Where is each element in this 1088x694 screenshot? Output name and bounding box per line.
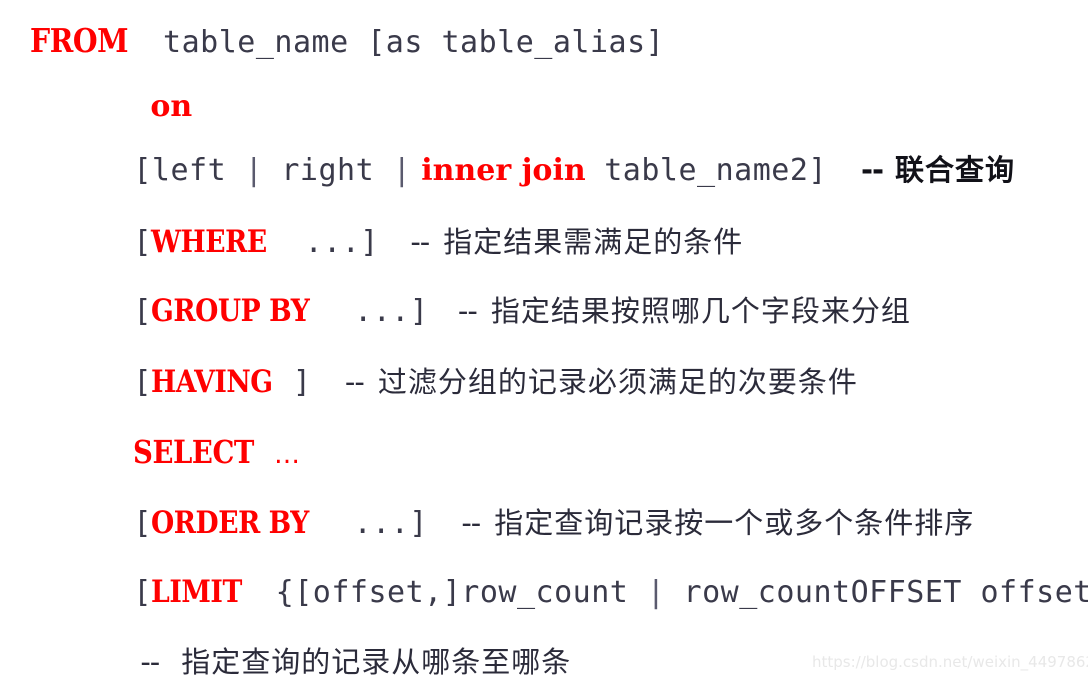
comment-dash-where: -- [410, 225, 430, 259]
keyword-where: WHERE [151, 224, 268, 260]
keyword-inner-join: inner join [410, 153, 586, 188]
keyword-from: FROM [30, 21, 129, 60]
sql-line-limit-comment: -- 指定查询的记录从哪条至哪条 [120, 632, 571, 693]
limit-args-after: row_countOFFSET offset}]; [683, 575, 1088, 610]
comment-where: 指定结果需满足的条件 [443, 225, 744, 259]
limit-args-before: {[offset,]row_count [257, 575, 647, 610]
order-close-bracket: ] [409, 506, 428, 541]
comment-dash-having: -- [344, 365, 365, 399]
keyword-order-by: ORDER BY [151, 505, 310, 541]
order-ellipsis: ... [335, 506, 410, 541]
join-right: right [262, 153, 393, 188]
sql-line-join: [left | right | inner join table_name2] -… [113, 140, 1015, 202]
where-ellipsis: ... [286, 225, 361, 260]
sql-line-having: [HAVING] -- 过滤分组的记录必须满足的次要条件 [113, 351, 858, 414]
comment-group-by: 指定结果按照哪几个字段来分组 [490, 294, 911, 328]
keyword-limit: LIMIT [151, 574, 243, 610]
comment-dash-join: -- [860, 153, 884, 187]
order-open-bracket: [ [133, 506, 152, 541]
sql-line-group-by: [GROUP BY ...] -- 指定结果按照哪几个字段来分组 [113, 280, 911, 343]
sql-line-limit: [LIMIT {[offset,]row_count | row_countOF… [113, 561, 1088, 624]
comment-dash-group: -- [457, 294, 478, 328]
keyword-group-by: GROUP BY [151, 293, 310, 329]
where-open-bracket: [ [133, 225, 152, 260]
sql-line-from: FROM table_name [as table_alias] [10, 8, 664, 74]
group-open-bracket: [ [133, 294, 152, 329]
limit-open-bracket: [ [133, 575, 152, 610]
comment-dash-order: -- [461, 506, 481, 540]
from-operand: table_name [as table_alias] [144, 25, 665, 60]
join-prefix: [left [133, 153, 245, 188]
join-pipe-2: | [392, 153, 411, 188]
slide-canvas: FROM table_name [as table_alias] on [lef… [0, 0, 1088, 682]
limit-pipe: | [646, 575, 665, 610]
sql-line-on: on [130, 76, 192, 138]
where-close-bracket: ] [360, 225, 379, 260]
comment-having: 过滤分组的记录必须满足的次要条件 [377, 365, 858, 399]
sql-line-where: [WHERE ...] -- 指定结果需满足的条件 [113, 211, 743, 274]
sql-line-select: SELECT … [113, 420, 301, 484]
join-pipe-1: | [244, 153, 263, 188]
keyword-on: on [150, 89, 193, 124]
comment-dash-limit: -- [140, 645, 160, 679]
csdn-watermark: https://blog.csdn.net/weixin_44978620 [812, 653, 1088, 671]
comment-join: 联合查询 [895, 153, 1016, 187]
keyword-select: SELECT [133, 433, 255, 471]
keyword-having: HAVING [151, 364, 274, 400]
having-open-bracket: [ [133, 365, 152, 400]
having-close-bracket: ] [292, 365, 311, 400]
select-ellipsis: … [274, 440, 302, 470]
sql-line-order-by: [ORDER BY ...] -- 指定查询记录按一个或多个条件排序 [113, 492, 974, 555]
group-ellipsis: ... [335, 294, 410, 329]
group-close-bracket: ] [409, 294, 428, 329]
comment-limit: 指定查询的记录从哪条至哪条 [181, 645, 572, 679]
comment-order-by: 指定查询记录按一个或多个条件排序 [494, 506, 975, 540]
join-operand: table_name2] [585, 153, 827, 188]
